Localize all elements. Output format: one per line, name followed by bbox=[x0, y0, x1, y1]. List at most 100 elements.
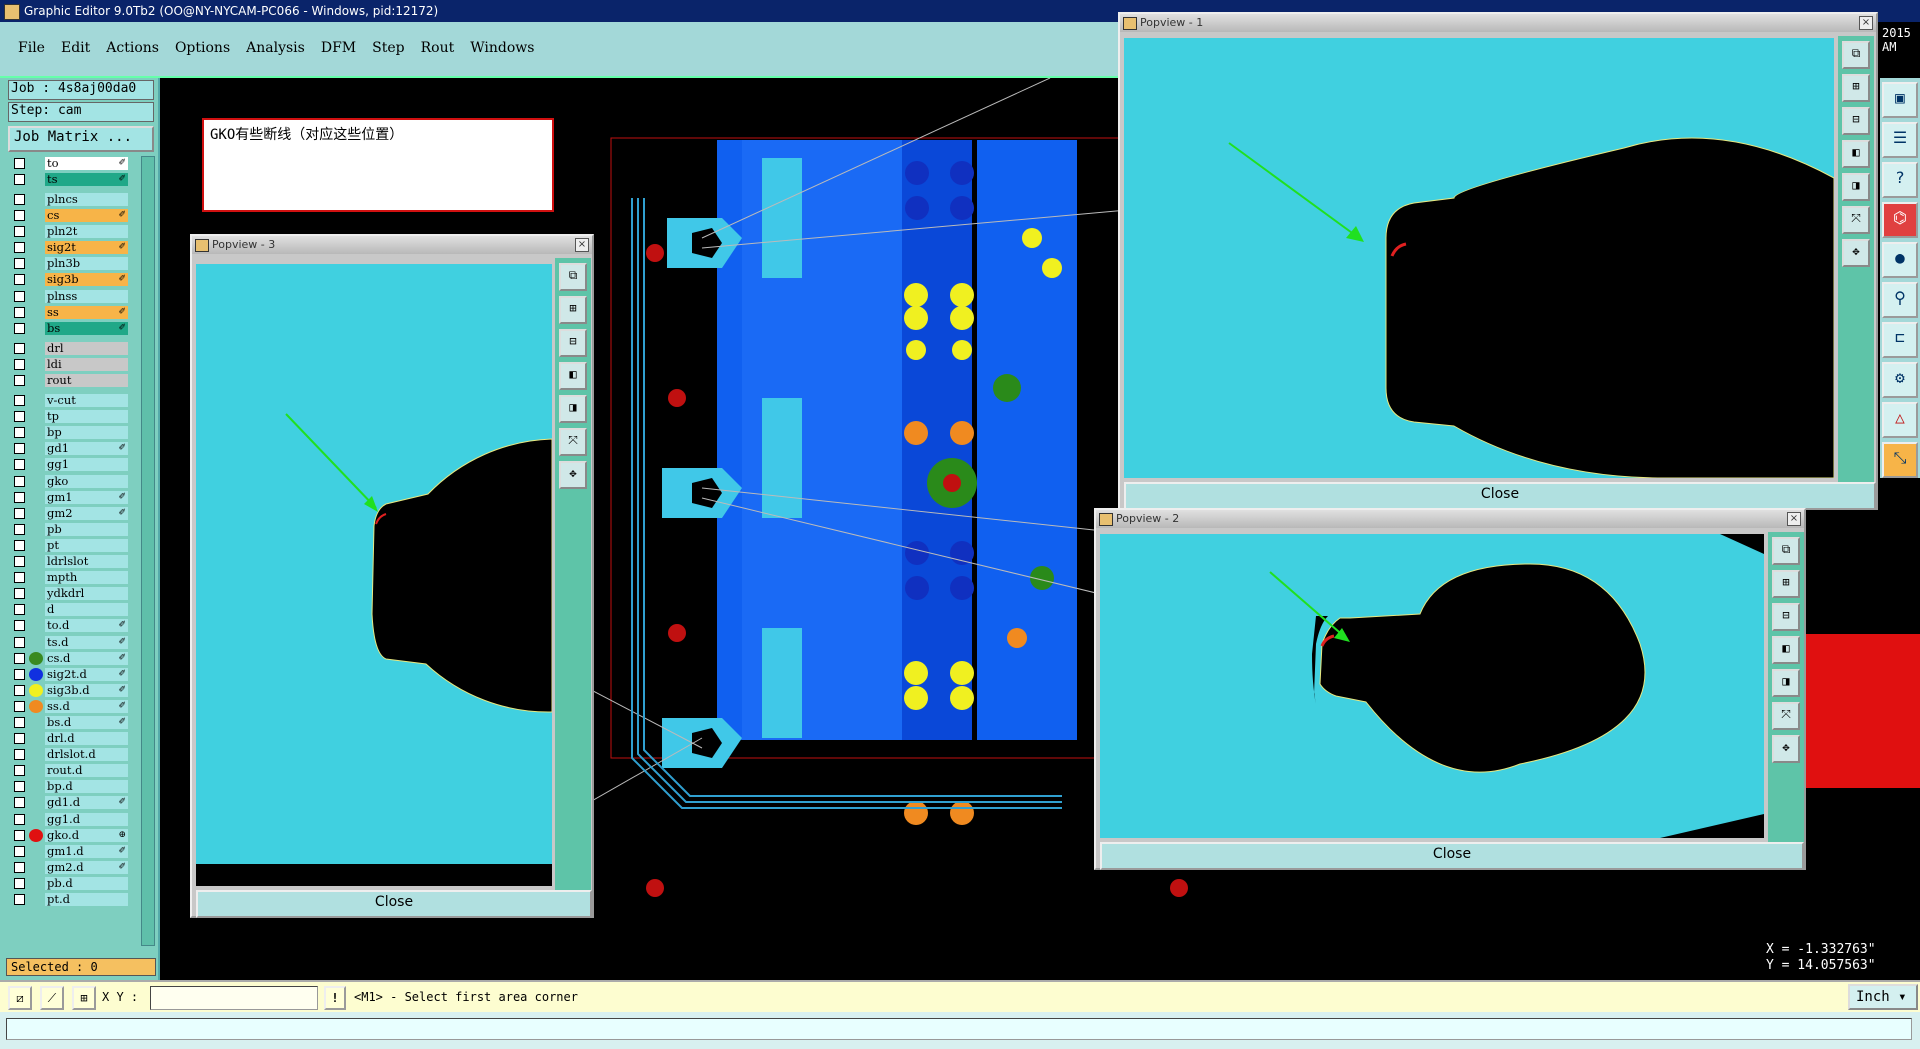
layer-row[interactable]: bs.d ✐ bbox=[8, 715, 128, 730]
layer-checkbox[interactable] bbox=[14, 523, 25, 535]
layer-row[interactable]: v-cut bbox=[8, 393, 128, 408]
layer-row[interactable]: bp bbox=[8, 426, 128, 441]
layer-name[interactable]: sig3b.d ✐ bbox=[45, 683, 128, 697]
layer-row[interactable]: ydkdrl bbox=[8, 586, 128, 601]
layer-name[interactable]: pb bbox=[45, 522, 128, 536]
layer-name[interactable]: pb.d bbox=[45, 876, 128, 890]
layer-name[interactable]: gg1 bbox=[45, 458, 128, 472]
layer-name[interactable]: ts ✐ bbox=[45, 172, 128, 186]
layer-name[interactable]: gd1 ✐ bbox=[45, 442, 128, 456]
layer-row[interactable]: bp.d bbox=[8, 780, 128, 795]
layer-checkbox[interactable] bbox=[14, 306, 25, 318]
menu-rout[interactable]: Rout bbox=[413, 40, 463, 56]
popview-1-close-icon[interactable]: × bbox=[1859, 16, 1873, 30]
layer-checkbox[interactable] bbox=[14, 226, 25, 238]
layer-row[interactable]: plnss bbox=[8, 289, 128, 304]
zoom-window-icon[interactable]: ⧉ bbox=[559, 263, 587, 291]
pan-left-icon[interactable]: ◧ bbox=[1842, 140, 1870, 168]
layer-name[interactable]: pln2t bbox=[45, 225, 128, 239]
layer-checkbox[interactable] bbox=[14, 588, 25, 600]
layer-checkbox[interactable] bbox=[14, 290, 25, 302]
layer-checkbox[interactable] bbox=[14, 829, 25, 841]
layer-name[interactable]: bp.d bbox=[45, 780, 128, 794]
layer-name[interactable]: bs ✐ bbox=[45, 321, 128, 335]
pan-right-icon[interactable]: ◨ bbox=[1842, 173, 1870, 201]
layer-row[interactable]: plncs bbox=[8, 192, 128, 207]
layer-checkbox[interactable] bbox=[14, 765, 25, 777]
pan-left-icon[interactable]: ◧ bbox=[1772, 636, 1800, 664]
layer-row[interactable]: to ✐ bbox=[8, 156, 128, 171]
layer-row[interactable]: drl bbox=[8, 341, 128, 356]
pad-icon[interactable]: ● bbox=[1882, 242, 1918, 278]
zoom-out-icon[interactable]: ⊟ bbox=[559, 329, 587, 357]
layer-row[interactable]: rout.d bbox=[8, 763, 128, 778]
zoom-in-icon[interactable]: ⊞ bbox=[1842, 74, 1870, 102]
layer-row[interactable]: drlslot.d bbox=[8, 747, 128, 762]
job-matrix-button[interactable]: Job Matrix ... bbox=[8, 126, 154, 152]
layer-row[interactable]: pln2t bbox=[8, 224, 128, 239]
layer-checkbox[interactable] bbox=[14, 193, 25, 205]
layer-name[interactable]: pt.d bbox=[45, 893, 128, 907]
layer-checkbox[interactable] bbox=[14, 411, 25, 423]
layer-name[interactable]: mpth bbox=[45, 571, 128, 585]
zoom-in-icon[interactable]: ⊞ bbox=[559, 296, 587, 324]
layer-row[interactable]: ts.d ✐ bbox=[8, 635, 128, 650]
popview-3-close-icon[interactable]: × bbox=[575, 238, 589, 252]
layer-row[interactable]: gd1.d ✐ bbox=[8, 796, 128, 811]
draw-icon[interactable]: △ bbox=[1882, 402, 1918, 438]
layer-row[interactable]: mpth bbox=[8, 570, 128, 585]
layer-name[interactable]: gko bbox=[45, 474, 128, 488]
menu-step[interactable]: Step bbox=[364, 40, 412, 56]
layer-row[interactable]: ldi bbox=[8, 357, 128, 372]
layer-checkbox[interactable] bbox=[14, 342, 25, 354]
layer-name[interactable]: sig3b ✐ bbox=[45, 273, 128, 287]
fit-icon[interactable]: ⤧ bbox=[1842, 206, 1870, 234]
exclamation-button[interactable]: ! bbox=[324, 986, 346, 1010]
popview-3-close-button[interactable]: Close bbox=[196, 890, 592, 918]
layer-name[interactable]: sig2t ✐ bbox=[45, 241, 128, 255]
units-select[interactable]: Inch ▾ bbox=[1848, 984, 1918, 1010]
layer-name[interactable]: rout.d bbox=[45, 764, 128, 778]
layer-row[interactable]: d bbox=[8, 603, 128, 618]
layer-checkbox[interactable] bbox=[14, 620, 25, 632]
layer-row[interactable]: sig3b.d ✐ bbox=[8, 683, 128, 698]
layer-name[interactable]: ldrlslot bbox=[45, 555, 128, 569]
layer-row[interactable]: to.d ✐ bbox=[8, 619, 128, 634]
layer-row[interactable]: pb.d bbox=[8, 876, 128, 891]
layer-checkbox[interactable] bbox=[14, 475, 25, 487]
layer-name[interactable]: pt bbox=[45, 538, 128, 552]
popview-1-close-button[interactable]: Close bbox=[1124, 482, 1876, 510]
layer-row[interactable]: ss ✐ bbox=[8, 305, 128, 320]
netlist-icon[interactable]: ⌬ bbox=[1882, 202, 1918, 238]
layer-name[interactable]: gd1.d ✐ bbox=[45, 796, 128, 810]
layer-name[interactable]: pln3b bbox=[45, 257, 128, 271]
layer-checkbox[interactable] bbox=[14, 322, 25, 334]
layer-checkbox[interactable] bbox=[14, 861, 25, 873]
layer-row[interactable]: ldrlslot bbox=[8, 554, 128, 569]
layer-row[interactable]: gm1 ✐ bbox=[8, 490, 128, 505]
layer-row[interactable]: sig3b ✐ bbox=[8, 273, 128, 288]
layer-checkbox[interactable] bbox=[14, 845, 25, 857]
layer-checkbox[interactable] bbox=[14, 700, 25, 712]
layer-name[interactable]: ldi bbox=[45, 357, 128, 371]
fit-icon[interactable]: ⤧ bbox=[1772, 702, 1800, 730]
layer-row[interactable]: gm2 ✐ bbox=[8, 506, 128, 521]
layer-name[interactable]: gm2 ✐ bbox=[45, 506, 128, 520]
menu-file[interactable]: File bbox=[10, 40, 53, 56]
pan-left-icon[interactable]: ◧ bbox=[559, 362, 587, 390]
popview-2-close-button[interactable]: Close bbox=[1100, 842, 1804, 870]
popview-3-viewport[interactable] bbox=[196, 264, 552, 886]
layer-row[interactable]: cs.d ✐ bbox=[8, 651, 128, 666]
layer-checkbox[interactable] bbox=[14, 572, 25, 584]
layer-checkbox[interactable] bbox=[14, 258, 25, 270]
help-icon[interactable]: ? bbox=[1882, 162, 1918, 198]
layer-row[interactable]: gko.d ⊕ bbox=[8, 828, 128, 843]
layer-name[interactable]: bp bbox=[45, 426, 128, 440]
layer-name[interactable]: gm2.d ✐ bbox=[45, 860, 128, 874]
measure-icon[interactable]: ⟋ bbox=[40, 986, 64, 1010]
layer-checkbox[interactable] bbox=[14, 716, 25, 728]
xy-input[interactable] bbox=[150, 986, 318, 1010]
layer-name[interactable]: tp bbox=[45, 410, 128, 424]
layer-name[interactable]: gg1.d bbox=[45, 812, 128, 826]
menu-windows[interactable]: Windows bbox=[462, 40, 542, 56]
